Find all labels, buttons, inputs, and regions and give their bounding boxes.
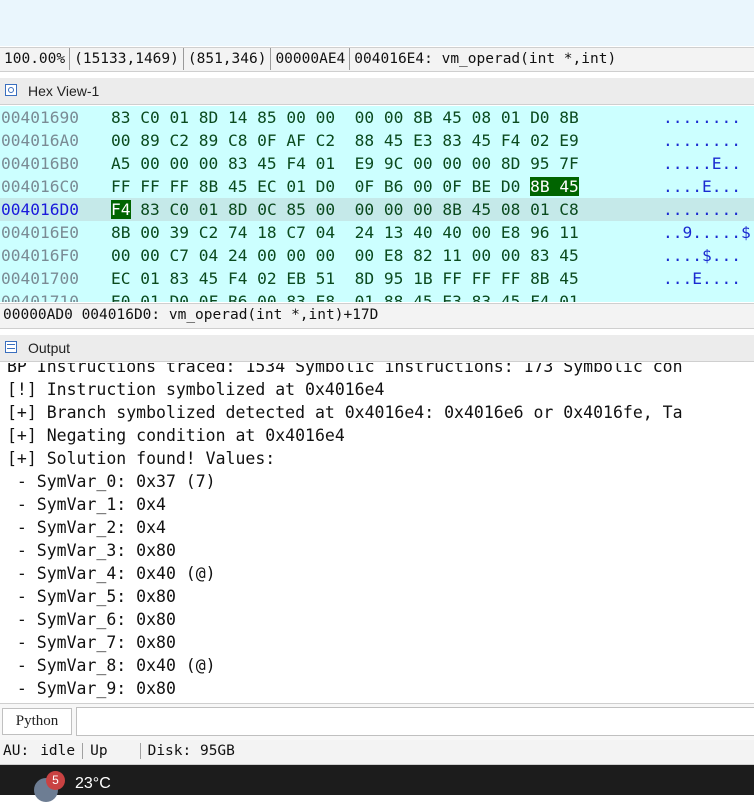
hex-ascii[interactable]: .....E.. bbox=[663, 152, 741, 175]
hex-bytes[interactable]: EC 01 83 45 F4 02 EB 51 8D 95 1B FF FF F… bbox=[111, 267, 579, 290]
notification-badge: 5 bbox=[46, 771, 65, 790]
hex-bytes-plain: 83 C0 01 8D 0C 85 00 00 00 00 8B 45 08 0… bbox=[130, 200, 579, 219]
output-line: - SymVar_6: 0x80 bbox=[7, 610, 176, 629]
hex-row[interactable]: 004016F0 00 00 C7 04 24 00 00 00 00 E8 8… bbox=[0, 244, 754, 267]
output-line: BP Instructions traced: 1534 Symbolic in… bbox=[7, 363, 683, 376]
hex-address: 004016B0 bbox=[1, 154, 79, 173]
hex-row[interactable]: 004016E0 8B 00 39 C2 74 18 C7 04 24 13 4… bbox=[0, 221, 754, 244]
output-tab[interactable]: Output bbox=[0, 335, 754, 362]
hex-ascii[interactable]: ........ bbox=[663, 198, 741, 221]
hex-ascii[interactable]: ..9.....$ bbox=[663, 221, 751, 244]
output-line: - SymVar_2: 0x4 bbox=[7, 518, 166, 537]
hex-view-icon bbox=[5, 84, 17, 96]
hex-row[interactable]: 00401700 EC 01 83 45 F4 02 EB 51 8D 95 1… bbox=[0, 267, 754, 290]
hex-address: 004016C0 bbox=[1, 177, 79, 196]
output-line: - SymVar_4: 0x40 (@) bbox=[7, 564, 216, 583]
file-offset: 00000AE4 bbox=[271, 48, 351, 70]
output-line: [!] Instruction symbolized at 0x4016e4 bbox=[7, 380, 385, 399]
hex-row[interactable]: 004016C0 FF FF FF 8B 45 EC 01 D0 0F B6 0… bbox=[0, 175, 754, 198]
output-line: - SymVar_0: 0x37 (7) bbox=[7, 472, 216, 491]
hex-ascii[interactable]: ........ bbox=[663, 106, 741, 129]
output-line: - SymVar_7: 0x80 bbox=[7, 633, 176, 652]
hex-view-tab[interactable]: Hex View-1 bbox=[0, 78, 754, 105]
hex-ascii[interactable]: ...E.... bbox=[663, 267, 741, 290]
autoanalysis-label: AU: bbox=[3, 743, 30, 759]
hex-bytes-highlighted: F4 bbox=[111, 200, 131, 219]
hex-address: 00401690 bbox=[1, 108, 79, 127]
output-window-icon bbox=[5, 341, 17, 353]
hex-address: 004016D0 bbox=[1, 200, 79, 219]
hex-ascii[interactable]: ....$... bbox=[663, 244, 741, 267]
hex-bytes[interactable]: 00 00 C7 04 24 00 00 00 00 E8 82 11 00 0… bbox=[111, 244, 579, 267]
taskbar: 5 23°C bbox=[0, 765, 754, 802]
hex-bytes[interactable]: A5 00 00 00 83 45 F4 01 E9 9C 00 00 00 8… bbox=[111, 152, 579, 175]
zoom-level: 100.00% bbox=[0, 48, 71, 70]
hex-bytes-highlighted: 8B 45 bbox=[530, 177, 579, 196]
hex-row[interactable]: 004016A0 00 89 C2 89 C8 0F AF C2 88 45 E… bbox=[0, 129, 754, 152]
output-window[interactable]: BP Instructions traced: 1534 Symbolic in… bbox=[0, 363, 754, 701]
command-input[interactable] bbox=[76, 707, 754, 736]
output-line: [+] Branch symbolized detected at 0x4016… bbox=[7, 403, 683, 422]
output-line: - SymVar_9: 0x80 bbox=[7, 679, 176, 698]
hex-view-title: Hex View-1 bbox=[28, 83, 100, 99]
output-line: - SymVar_1: 0x4 bbox=[7, 495, 166, 514]
temperature-label[interactable]: 23°C bbox=[75, 774, 111, 794]
output-text: BP Instructions traced: 1534 Symbolic in… bbox=[0, 363, 754, 700]
hex-row[interactable]: 00401690 83 C0 01 8D 14 85 00 00 00 00 8… bbox=[0, 106, 754, 129]
hex-address: 004016E0 bbox=[1, 223, 79, 242]
hex-ascii[interactable]: ....E... bbox=[663, 175, 741, 198]
hex-bytes[interactable]: F4 83 C0 01 8D 0C 85 00 00 00 00 8B 45 0… bbox=[111, 198, 579, 221]
language-button[interactable]: Python bbox=[2, 708, 72, 735]
hex-bytes[interactable]: E0 01 D0 0F B6 00 83 E8 01 88 45 E3 83 4… bbox=[111, 290, 579, 302]
output-line: - SymVar_8: 0x40 (@) bbox=[7, 656, 216, 675]
disk-space: Disk: 95GB bbox=[147, 743, 235, 759]
output-line: - SymVar_5: 0x80 bbox=[7, 587, 176, 606]
hex-row[interactable]: 004016B0 A5 00 00 00 83 45 F4 01 E9 9C 0… bbox=[0, 152, 754, 175]
search-direction[interactable]: Up bbox=[87, 740, 135, 763]
output-line: - SymVar_3: 0x80 bbox=[7, 541, 176, 560]
command-bar: Python bbox=[0, 703, 754, 741]
hex-bytes[interactable]: 00 89 C2 89 C8 0F AF C2 88 45 E3 83 45 F… bbox=[111, 129, 579, 152]
hex-bytes[interactable]: 83 C0 01 8D 14 85 00 00 00 00 8B 45 08 0… bbox=[111, 106, 579, 129]
hex-view[interactable]: 00401690 83 C0 01 8D 14 85 00 00 00 00 8… bbox=[0, 106, 754, 302]
hex-bytes[interactable]: FF FF FF 8B 45 EC 01 D0 0F B6 00 0F BE D… bbox=[111, 175, 579, 198]
hex-bytes-plain: FF FF FF 8B 45 EC 01 D0 0F B6 00 0F BE D… bbox=[111, 177, 531, 196]
hex-ascii[interactable]: ........ bbox=[663, 129, 741, 152]
output-title: Output bbox=[28, 340, 71, 356]
hex-ascii[interactable]: ........ bbox=[663, 290, 741, 302]
hex-row-current[interactable]: 004016D0 F4 83 C0 01 8D 0C 85 00 00 00 0… bbox=[0, 198, 754, 221]
cursor-graph-coords: (15133,1469) bbox=[70, 48, 184, 70]
hex-row[interactable]: 00401710 E0 01 D0 0F B6 00 83 E8 01 88 4… bbox=[0, 290, 754, 302]
output-line: [+] Negating condition at 0x4016e4 bbox=[7, 426, 345, 445]
autoanalysis-state: idle bbox=[40, 743, 76, 759]
ida-status-bar: AU: idle Up Disk: 95GB bbox=[0, 740, 754, 765]
hex-status-bar: 00000AD0 004016D0: vm_operad(int *,int)+… bbox=[0, 303, 754, 329]
hex-bytes[interactable]: 8B 00 39 C2 74 18 C7 04 24 13 40 40 00 E… bbox=[111, 221, 579, 244]
output-line: [+] Solution found! Values: bbox=[7, 449, 276, 468]
hex-address: 004016A0 bbox=[1, 131, 79, 150]
hex-address: 00401700 bbox=[1, 269, 79, 288]
status-separator bbox=[82, 743, 84, 759]
cursor-view-coords: (851,346) bbox=[184, 48, 272, 70]
hex-address: 00401710 bbox=[1, 292, 79, 302]
disasm-status-bar: 100.00% (15133,1469) (851,346) 00000AE4 0040… bbox=[0, 47, 754, 72]
status-separator bbox=[139, 743, 141, 759]
hex-address: 004016F0 bbox=[1, 246, 79, 265]
current-location: 004016E4: vm_operad(int *,int) bbox=[354, 51, 617, 67]
upper-view-blank-area bbox=[0, 0, 754, 46]
